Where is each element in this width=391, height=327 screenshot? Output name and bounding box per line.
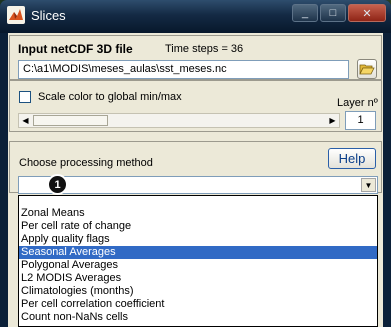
option-item[interactable]: Per cell correlation coefficient xyxy=(19,298,377,311)
close-icon: ✕ xyxy=(362,7,372,20)
chevron-down-icon[interactable]: ▼ xyxy=(361,178,376,192)
scale-color-label: Scale color to global min/max xyxy=(38,91,182,103)
scale-color-checkbox[interactable] xyxy=(19,91,31,103)
input-file-heading: Input netCDF 3D file xyxy=(18,42,133,56)
option-item[interactable]: Polygonal Averages xyxy=(19,259,377,272)
option-item[interactable]: Seasonal Averages xyxy=(19,246,377,259)
input-file-panel: Input netCDF 3D file Time steps = 36 C:\… xyxy=(9,35,382,80)
title-bar[interactable]: Slices _ □ ✕ xyxy=(0,0,391,33)
maximize-button[interactable]: □ xyxy=(320,4,346,22)
scroll-right-arrow-icon[interactable]: ▶ xyxy=(326,114,339,127)
option-item[interactable]: Per cell rate of change xyxy=(19,220,377,233)
folder-open-icon xyxy=(359,64,375,75)
window-title: Slices xyxy=(31,8,66,23)
layer-number-field[interactable]: 1 xyxy=(345,111,376,130)
option-item[interactable]: Climatologies (months) xyxy=(19,285,377,298)
minimize-button[interactable]: _ xyxy=(292,4,318,22)
option-item[interactable]: Zonal Means xyxy=(19,207,377,220)
list-top-spacer xyxy=(19,196,377,207)
option-item[interactable]: Apply quality flags xyxy=(19,233,377,246)
file-path-field[interactable]: C:\a1\MODIS\meses_aulas\sst_meses.nc xyxy=(18,60,349,79)
matlab-icon xyxy=(7,6,25,24)
options-container: Zonal Means Per cell rate of change Apply … xyxy=(19,207,377,324)
open-file-button[interactable] xyxy=(357,59,377,79)
scrollbar-thumb[interactable] xyxy=(33,115,108,126)
option-item[interactable]: Count non-NaNs cells xyxy=(19,311,377,324)
close-button[interactable]: ✕ xyxy=(348,4,386,22)
processing-method-label: Choose processing method xyxy=(19,157,153,169)
minimize-icon: _ xyxy=(301,7,309,19)
step-callout-badge: 1 xyxy=(47,174,68,195)
scroll-left-arrow-icon[interactable]: ◀ xyxy=(19,114,32,127)
layer-scrollbar[interactable]: ◀ ▶ xyxy=(18,113,340,128)
processing-method-dropdown[interactable]: ▼ xyxy=(18,176,378,194)
option-item[interactable]: L2 MODIS Averages xyxy=(19,272,377,285)
maximize-icon: □ xyxy=(329,7,337,19)
layer-label: Layer nº xyxy=(337,97,378,109)
processing-method-options-list: Zonal Means Per cell rate of change Apply … xyxy=(18,195,378,327)
help-button[interactable]: Help xyxy=(328,148,376,169)
scale-layer-panel: Scale color to global min/max Layer nº ◀… xyxy=(9,80,382,132)
time-steps-label: Time steps = 36 xyxy=(165,43,244,55)
